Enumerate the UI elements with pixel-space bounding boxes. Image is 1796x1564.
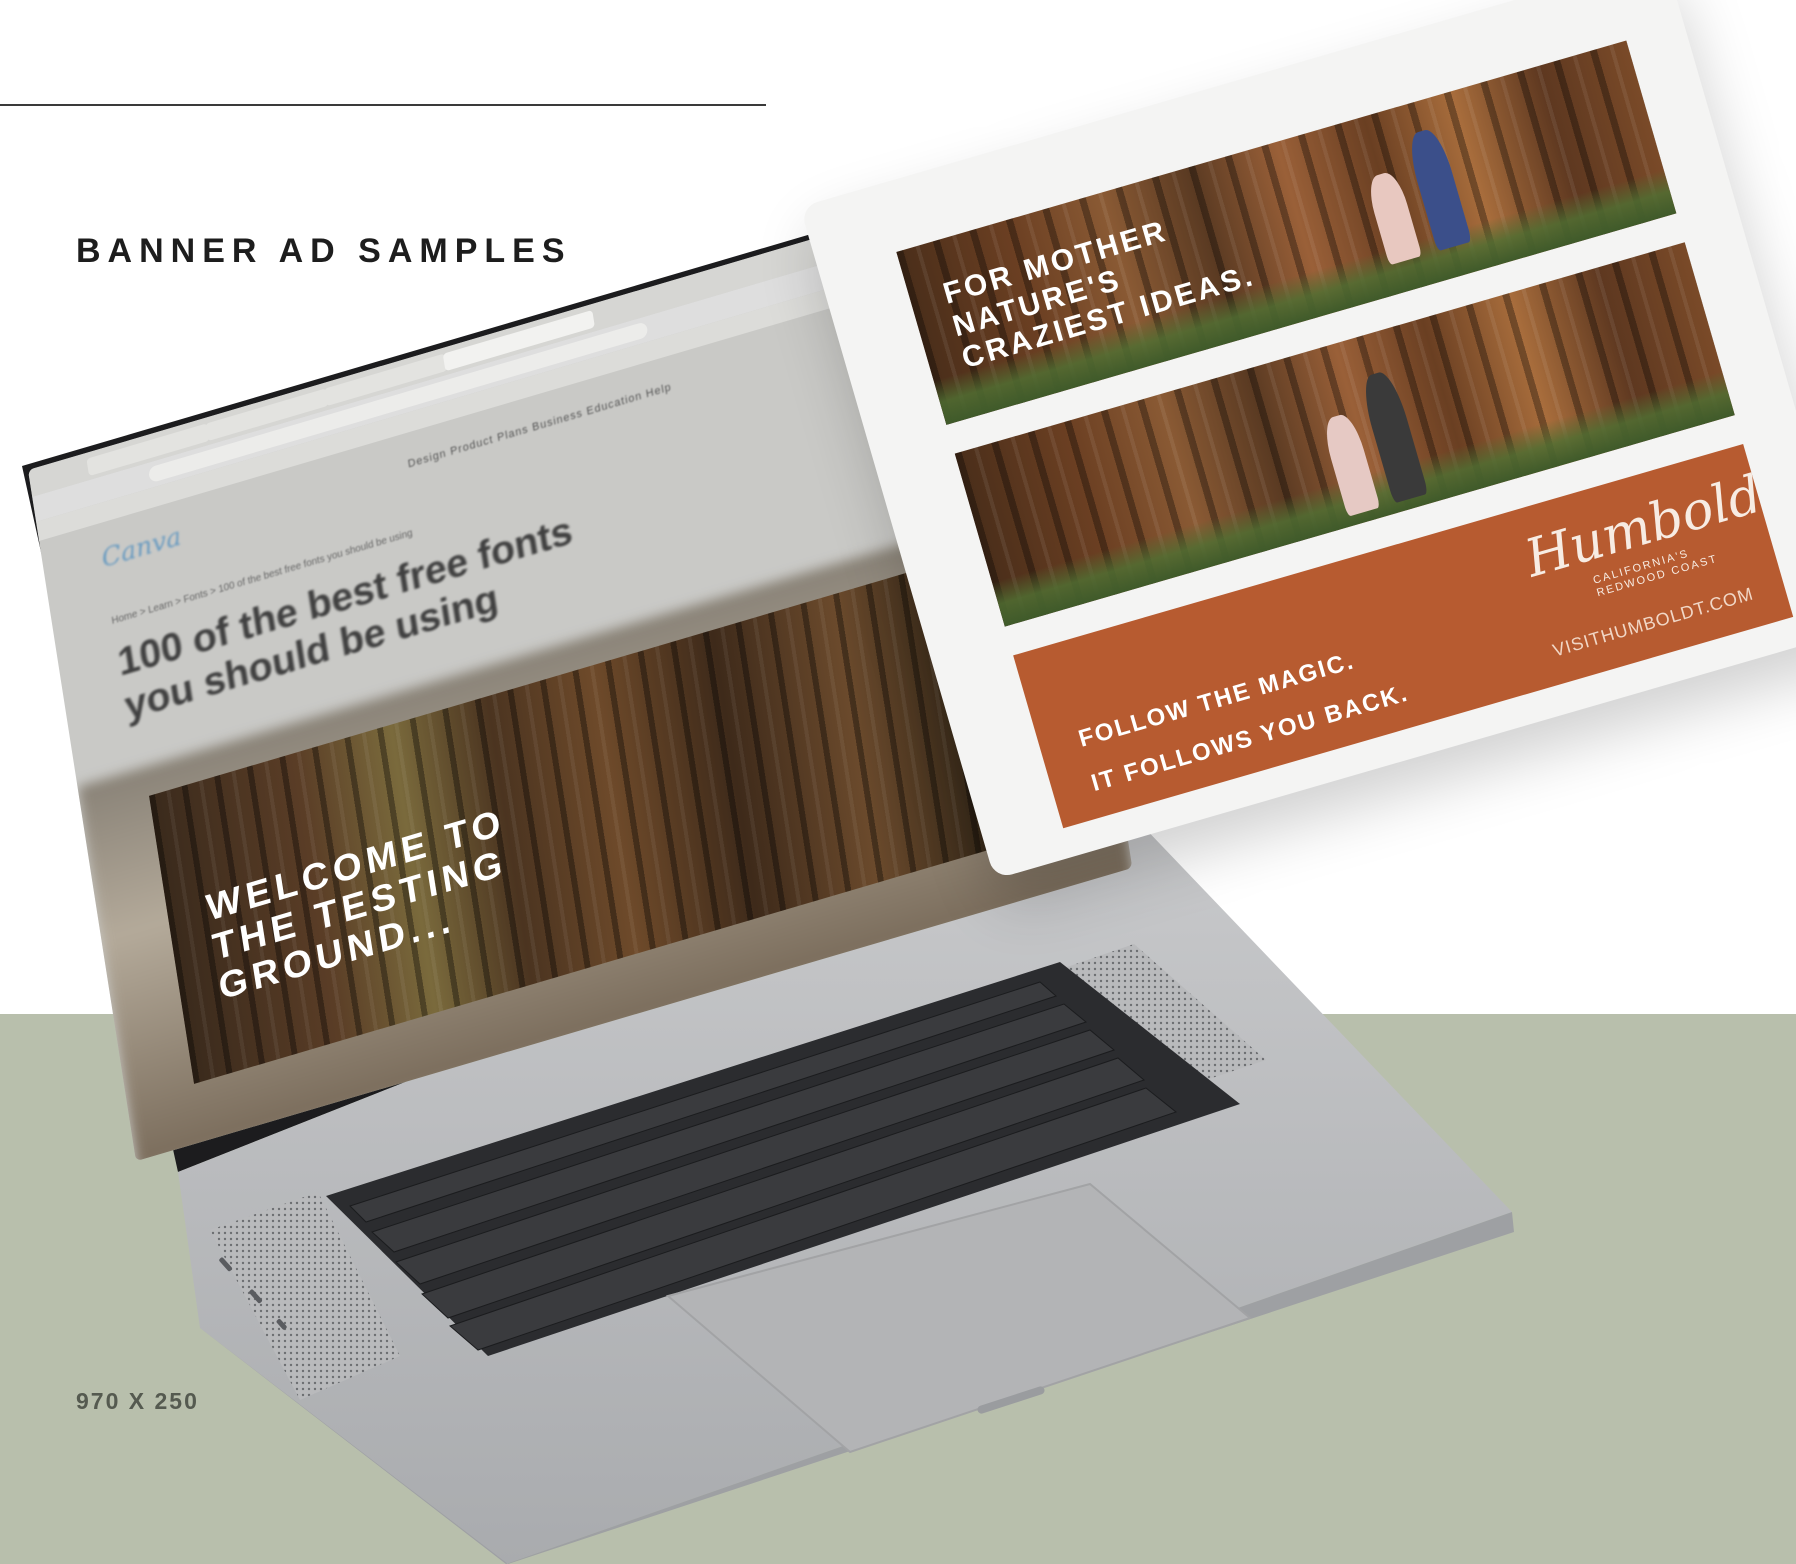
person-figure xyxy=(1364,169,1423,266)
address-bar[interactable] xyxy=(147,321,649,484)
site-logo[interactable]: Canva xyxy=(100,522,183,574)
ad-size-caption: 970 X 250 xyxy=(76,1388,199,1414)
banner-headline: WELCOME TO THE TESTING GROUND... xyxy=(204,801,520,1008)
ad-headline: FOR MOTHER NATURE'S CRAZIEST IDEAS. xyxy=(940,195,1259,376)
website-url[interactable]: VISITHUMBOLDT.COM xyxy=(1550,583,1756,661)
